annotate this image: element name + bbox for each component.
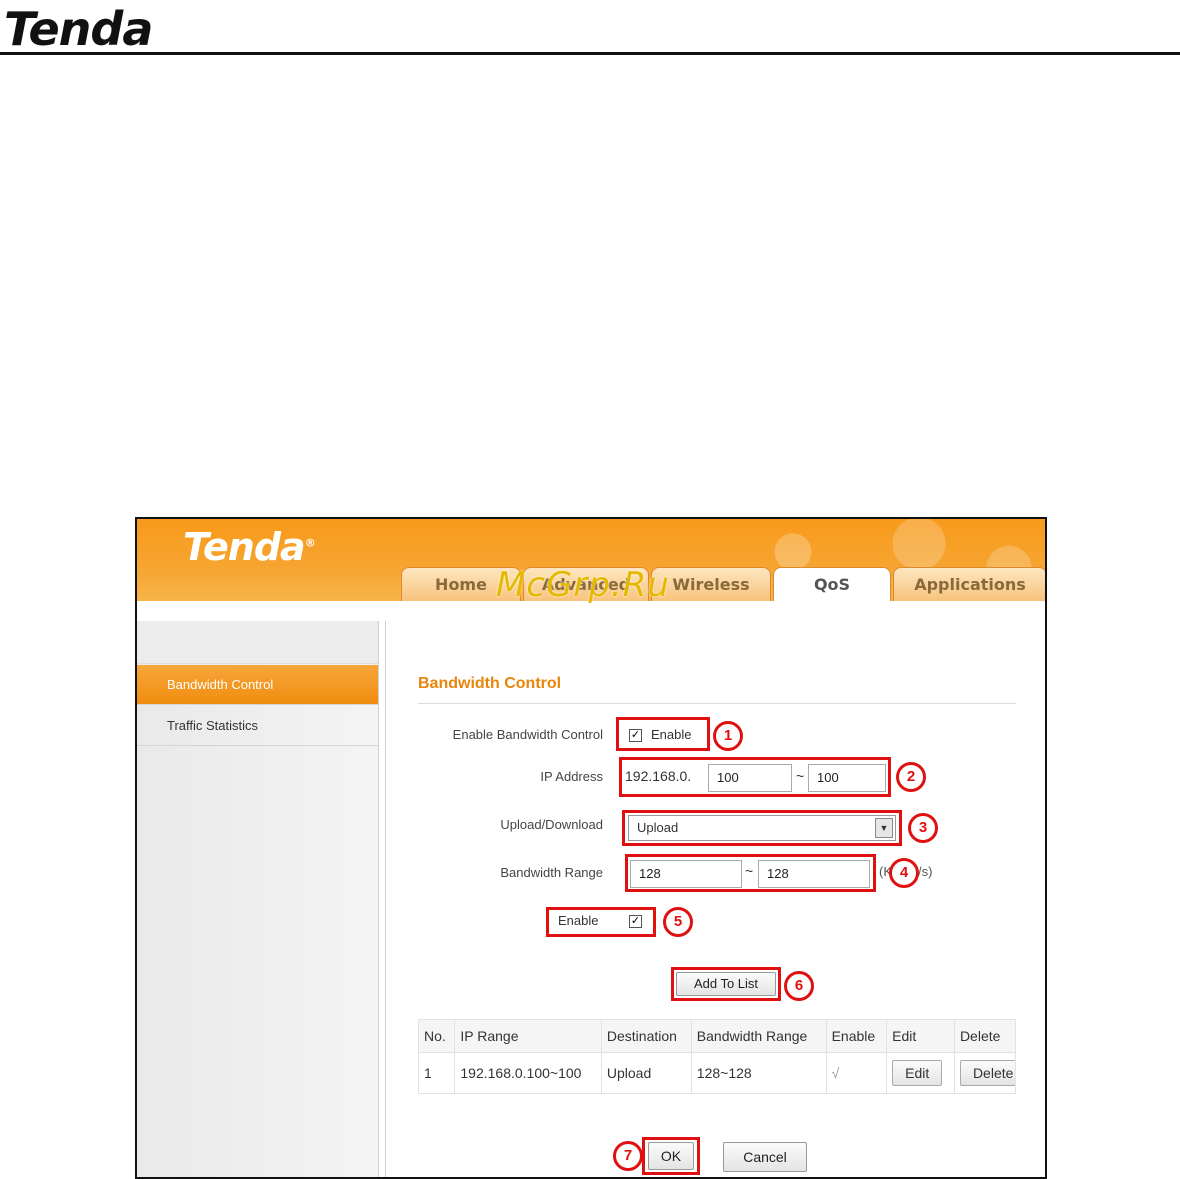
cell-no: 1	[417, 1052, 456, 1094]
annotation-badge-1: 1	[713, 721, 743, 751]
rules-table: No. IP Range Destination Bandwidth Range…	[417, 1019, 1017, 1094]
cell-delete: Delete	[953, 1052, 1017, 1094]
ip-prefix: 192.168.0.	[625, 768, 692, 784]
col-enable: Enable	[825, 1019, 888, 1053]
rule-enable-checkbox[interactable]: ✓	[629, 915, 642, 928]
enable-bandwidth-text: Enable	[651, 727, 692, 742]
table-row: 1 192.168.0.100~100 Upload 128~128 √ Edi…	[417, 1052, 1017, 1094]
range-start-input[interactable]: 128	[630, 860, 742, 888]
content-panel: Bandwidth Control Enable Bandwidth Contr…	[385, 621, 1045, 1177]
annotation-badge-3: 3	[908, 813, 938, 843]
table-header-row: No. IP Range Destination Bandwidth Range…	[417, 1019, 1017, 1053]
upload-download-label: Upload/Download	[500, 817, 603, 832]
header-rule	[0, 52, 1180, 55]
ip-start-input[interactable]: 100	[708, 764, 792, 792]
cell-bandwidth: 128~128	[690, 1052, 827, 1094]
col-delete: Delete	[953, 1019, 1017, 1053]
cell-destination: Upload	[600, 1052, 692, 1094]
watermark: McGrp.Ru	[496, 565, 670, 605]
router-screenshot: Tenda® Home Advanced Wireless QoS Applic…	[135, 517, 1047, 1179]
cell-edit: Edit	[886, 1052, 955, 1094]
tab-qos[interactable]: QoS	[773, 567, 891, 602]
annotation-badge-4: 4	[889, 858, 919, 888]
brand-logo: Tenda®	[183, 525, 316, 569]
ok-button[interactable]: OK	[648, 1142, 694, 1170]
delete-row-button[interactable]: Delete	[959, 1060, 1015, 1086]
annotation-badge-5: 5	[663, 907, 693, 937]
add-to-list-button[interactable]: Add To List	[676, 972, 776, 996]
ip-tilde: ~	[796, 768, 805, 784]
edit-row-button[interactable]: Edit	[892, 1060, 943, 1086]
sidebar-item-traffic-statistics[interactable]: Traffic Statistics	[137, 706, 378, 746]
tab-applications[interactable]: Applications	[893, 567, 1045, 602]
enable-bandwidth-checkbox[interactable]: ✓	[629, 729, 642, 742]
sidebar: Bandwidth Control Traffic Statistics	[137, 621, 379, 1177]
enable-bandwidth-label: Enable Bandwidth Control	[452, 727, 603, 742]
direction-select[interactable]: Upload ▼	[628, 815, 896, 841]
col-bandwidth-range: Bandwidth Range	[690, 1019, 827, 1053]
col-edit: Edit	[886, 1019, 955, 1053]
cell-enable: √	[825, 1052, 888, 1094]
annotation-badge-6: 6	[784, 971, 814, 1001]
cancel-button[interactable]: Cancel	[723, 1142, 807, 1172]
direction-select-value: Upload	[637, 820, 679, 835]
rule-enable-text: Enable	[558, 913, 599, 928]
ip-address-label: IP Address	[540, 769, 603, 784]
cell-ip-range: 192.168.0.100~100	[454, 1052, 602, 1094]
range-end-input[interactable]: 128	[758, 860, 870, 888]
col-ip-range: IP Range	[454, 1019, 602, 1053]
col-destination: Destination	[600, 1019, 692, 1053]
annotation-badge-2: 2	[896, 762, 926, 792]
section-title: Bandwidth Control	[418, 675, 562, 692]
annotation-badge-7: 7	[613, 1141, 643, 1171]
sidebar-item-bandwidth-control[interactable]: Bandwidth Control	[137, 665, 378, 705]
col-no: No.	[417, 1019, 456, 1053]
ip-end-input[interactable]: 100	[808, 764, 886, 792]
section-divider	[418, 703, 1016, 704]
bandwidth-range-label: Bandwidth Range	[500, 865, 603, 880]
range-tilde: ~	[745, 863, 754, 879]
dropdown-arrow-icon[interactable]: ▼	[875, 818, 893, 838]
manual-logo: Tenda	[4, 2, 153, 56]
sidebar-top	[137, 621, 378, 664]
